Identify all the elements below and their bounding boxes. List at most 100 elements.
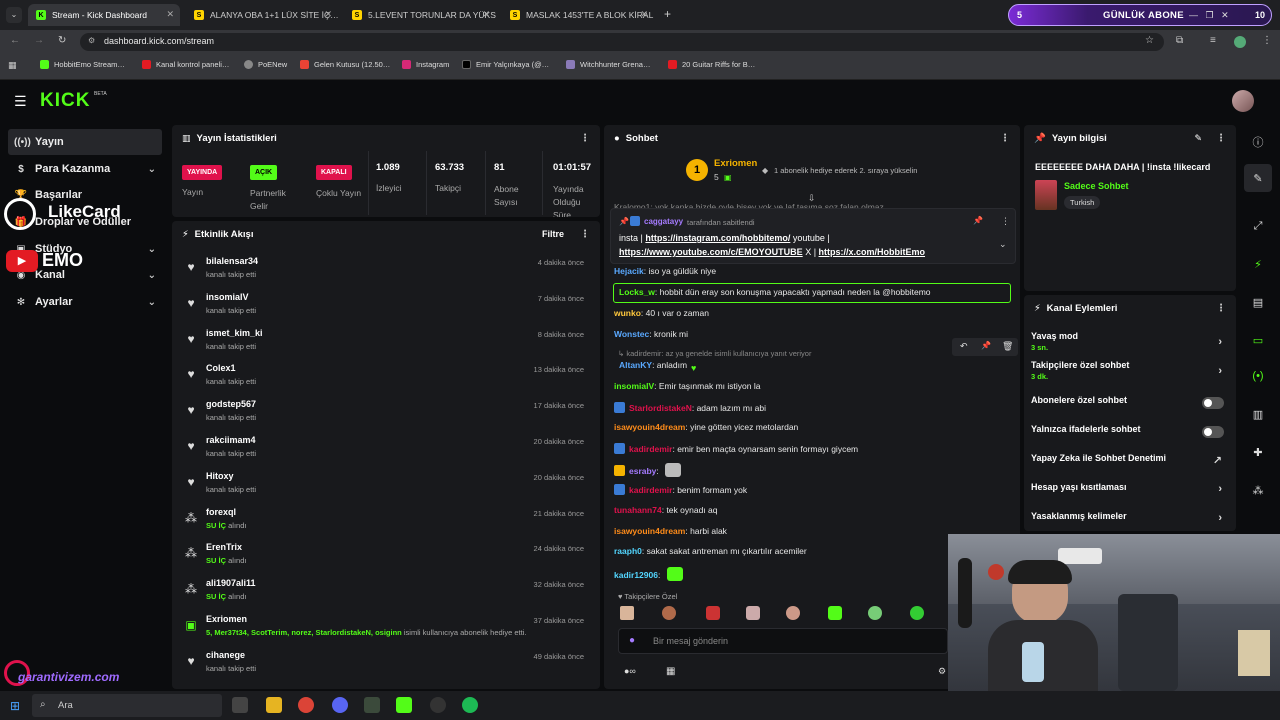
chevron-right-icon[interactable]: › <box>1218 483 1222 495</box>
emote-icon[interactable] <box>746 606 760 620</box>
nav-ayarlar[interactable]: ✻ Ayarlar ⌄ <box>8 289 162 315</box>
bookmark-witchhunter[interactable]: Witchhunter Grena… <box>566 60 650 69</box>
chat-username[interactable]: StarlordistakeN <box>629 403 692 413</box>
nav-para-kazanma[interactable]: $ Para Kazanma ⌄ <box>8 156 162 182</box>
app-icon[interactable] <box>364 697 380 713</box>
emote-icon[interactable] <box>620 606 634 620</box>
bookmark-kanal-kontrol[interactable]: Kanal kontrol paneli… <box>142 60 229 69</box>
nav-yayin[interactable]: ((•)) Yayın <box>8 129 162 155</box>
chat-username[interactable]: kadirdemir <box>629 485 672 495</box>
bookmark-gelen-kutusu[interactable]: Gelen Kutusu (12.50… <box>300 60 390 69</box>
chat-username[interactable]: esraby <box>629 466 656 476</box>
bookmark-emir[interactable]: Emir Yalçınkaya (@… <box>462 60 549 69</box>
toggle-switch[interactable] <box>1202 397 1224 409</box>
unpin-icon[interactable]: 📌 <box>973 216 983 225</box>
bookmark-poenew[interactable]: PoENew <box>244 60 287 69</box>
chevron-right-icon[interactable]: › <box>1218 365 1222 377</box>
window-controls-icon[interactable]: — ❐ ✕ <box>1189 10 1229 21</box>
pinned-by-user[interactable]: caggatayy <box>644 217 683 226</box>
expand-pinned-icon[interactable]: ⌄ <box>999 239 1007 250</box>
activity-username[interactable]: godstep567 <box>206 399 256 409</box>
activity-menu-icon[interactable]: ⋮ <box>580 229 590 240</box>
taskbar-search[interactable]: ⌕ Ara <box>32 694 222 717</box>
close-tab-icon[interactable]: ✕ <box>640 9 648 20</box>
channel-action-item[interactable]: Yapay Zeka ile Sohbet Denetimi ↗ <box>1024 453 1232 479</box>
url-field[interactable]: ⚙ dashboard.kick.com/stream ☆ <box>80 33 1164 51</box>
discord-icon[interactable] <box>332 697 348 713</box>
expand-icon[interactable]: ⤢ <box>1244 212 1272 240</box>
activity-username[interactable]: ismet_kim_ki <box>206 328 263 338</box>
obs-icon[interactable] <box>430 697 446 713</box>
bookmark-guitar-riffs[interactable]: 20 Guitar Riffs for B… <box>668 60 755 69</box>
emote-icon[interactable] <box>910 606 924 620</box>
new-tab-icon[interactable]: + <box>664 7 671 21</box>
forward-icon[interactable]: → <box>34 35 44 46</box>
activity-username[interactable]: rakciimam4 <box>206 435 256 445</box>
windows-start-icon[interactable]: ⊞ <box>10 699 20 713</box>
layout-icon[interactable]: ▥ <box>1244 400 1272 428</box>
activity-username[interactable]: ali1907ali11 <box>206 578 256 588</box>
tab-kick-dashboard[interactable]: K Stream - Kick Dashboard ✕ <box>28 4 180 26</box>
document-icon[interactable]: ▤ <box>1244 288 1272 316</box>
chat-username[interactable]: isawyouin4dream <box>614 526 685 536</box>
emote-icon[interactable] <box>868 606 882 620</box>
media-icon[interactable]: ≡ <box>1210 35 1216 46</box>
gift-shop-icon[interactable]: ▦ <box>666 666 675 677</box>
edit-icon[interactable]: ✎ <box>1194 133 1202 144</box>
connections-icon[interactable]: ⁂ <box>1244 476 1272 504</box>
reload-icon[interactable]: ↻ <box>58 35 66 46</box>
channel-action-item[interactable]: Abonelere özel sohbet <box>1024 395 1232 421</box>
chat-menu-icon[interactable]: ⋮ <box>1000 133 1010 144</box>
file-explorer-icon[interactable] <box>266 697 282 713</box>
microphone-icon[interactable]: ● <box>629 635 635 646</box>
delete-message-icon[interactable]: 🗑 <box>1002 341 1013 352</box>
chat-rail-icon[interactable]: ▭ <box>1244 326 1272 354</box>
chat-username[interactable]: raaph0 <box>614 546 642 556</box>
activity-username[interactable]: Exriomen <box>206 614 247 624</box>
task-view-icon[interactable] <box>232 697 248 713</box>
chat-username[interactable]: AltanKY <box>619 360 652 370</box>
stats-menu-icon[interactable]: ⋮ <box>580 133 590 144</box>
bookmark-hobbitemo[interactable]: HobbitEmo Stream… <box>40 60 125 69</box>
chevron-right-icon[interactable]: › <box>1218 512 1222 524</box>
chat-input[interactable]: ● Bir mesaj gönderin <box>618 628 948 654</box>
chat-username[interactable]: kadir12906 <box>614 570 658 580</box>
chat-username[interactable]: insomialV <box>614 381 654 391</box>
chat-username[interactable]: Hejacik <box>614 266 644 276</box>
chat-username[interactable]: isawyouin4dream <box>614 422 685 432</box>
channel-action-item[interactable]: Yalnızca ifadelerle sohbet <box>1024 424 1232 450</box>
instagram-link[interactable]: https://instagram.com/hobbitemo/ <box>645 233 790 243</box>
broadcast-rail-icon[interactable]: (•) <box>1244 362 1272 390</box>
spotify-icon[interactable] <box>462 697 478 713</box>
chat-username[interactable]: wunko <box>614 308 641 318</box>
extensions-icon[interactable]: ⧉ <box>1176 35 1183 46</box>
emote-icon[interactable] <box>828 606 842 620</box>
bookmark-instagram[interactable]: Instagram <box>402 60 449 69</box>
close-tab-icon[interactable]: ✕ <box>166 9 174 20</box>
apps-icon[interactable]: ▦ <box>8 60 17 71</box>
pin-message-icon[interactable]: 📌 <box>981 341 991 350</box>
tab-maslak[interactable]: S MASLAK 1453'TE A BLOK KİRAL… ✕ <box>502 4 654 26</box>
pinned-menu-icon[interactable]: ⋮ <box>1001 216 1010 227</box>
bookmark-star-icon[interactable]: ☆ <box>1145 35 1154 46</box>
activity-username[interactable]: bilalensar34 <box>206 256 258 266</box>
tab-levent[interactable]: S 5.LEVENT TORUNLAR DA YÜKS… ✕ <box>344 4 496 26</box>
user-avatar[interactable] <box>1232 90 1254 112</box>
category-name[interactable]: Sadece Sohbet <box>1064 181 1129 191</box>
emote-icon[interactable] <box>706 606 720 620</box>
chat-settings-icon[interactable]: ⚙ <box>938 666 946 677</box>
activity-rail-icon[interactable]: ⚡ <box>1244 250 1272 278</box>
emote-icon[interactable] <box>662 606 676 620</box>
tag-chip[interactable]: Turkish <box>1064 196 1101 209</box>
filter-button[interactable]: Filtre <box>542 229 564 239</box>
top-gifter-name[interactable]: Exriomen <box>714 158 757 169</box>
tools-icon[interactable]: ✚ <box>1244 438 1272 466</box>
tab-search-icon[interactable]: ⌄ <box>6 7 22 23</box>
chat-username[interactable]: Wonstec <box>614 329 649 339</box>
browser-menu-icon[interactable]: ⋮ <box>1262 35 1272 46</box>
kick-app-icon[interactable] <box>396 697 412 713</box>
chevron-right-icon[interactable]: › <box>1218 336 1222 348</box>
channel-action-item[interactable]: Takipçilere özel sohbet 3 dk. › <box>1024 360 1232 386</box>
activity-username[interactable]: Hitoxy <box>206 471 234 481</box>
channel-action-item[interactable]: Yavaş mod 3 sn. › <box>1024 331 1232 357</box>
